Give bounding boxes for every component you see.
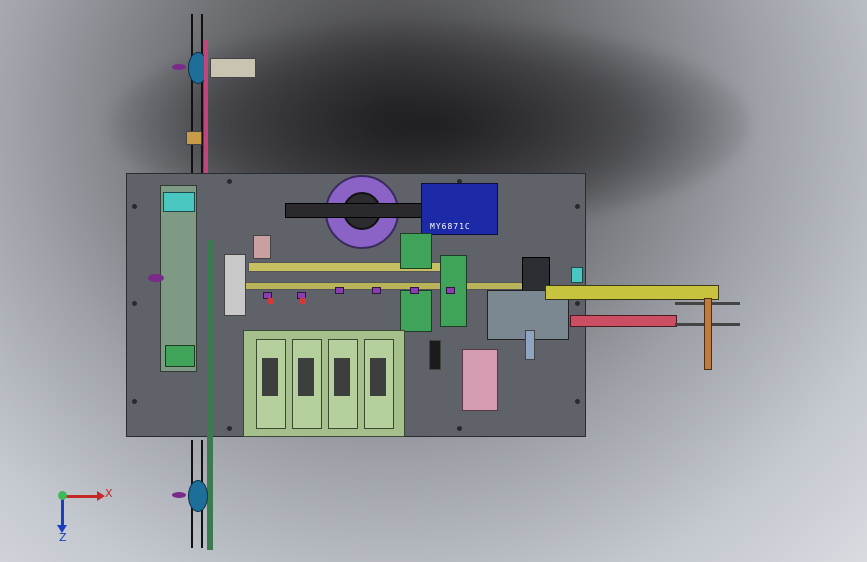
- servo-motor-label: MY6871C: [430, 222, 471, 231]
- feed-frame-pin: [148, 274, 164, 282]
- module-slot-1[interactable]: [256, 339, 286, 429]
- fixture-pad: [372, 287, 381, 294]
- actuator-block: [400, 290, 432, 332]
- module-bay[interactable]: [243, 330, 405, 437]
- reel-shaft-right: [201, 14, 203, 174]
- bolt: [132, 399, 137, 404]
- lower-reel[interactable]: [188, 480, 208, 512]
- module-core: [370, 358, 386, 396]
- cad-graphics-viewport[interactable]: MY6871C: [0, 0, 867, 562]
- sensor-indicator: [300, 298, 306, 304]
- triad-z-axis: [61, 497, 64, 527]
- module-slot-4[interactable]: [364, 339, 394, 429]
- support-post: [525, 330, 535, 360]
- triad-z-label: Z: [59, 531, 67, 544]
- feed-frame-clamp: [165, 345, 195, 367]
- output-arm-upper[interactable]: [545, 285, 719, 300]
- module-core: [262, 358, 278, 396]
- left-feed-frame[interactable]: [160, 185, 197, 372]
- triad-origin: [58, 491, 67, 500]
- bolt: [227, 179, 232, 184]
- left-actuator: [224, 254, 246, 316]
- vertical-guide-rail: [207, 240, 213, 550]
- module-slot-3[interactable]: [328, 339, 358, 429]
- fixture-pad: [446, 287, 455, 294]
- triad-x-arrow: [97, 491, 105, 501]
- fixture-pad: [335, 287, 344, 294]
- output-arm-lower[interactable]: [570, 315, 677, 327]
- fixture-pad: [410, 287, 419, 294]
- feed-frame-head: [163, 192, 195, 212]
- actuator-block: [400, 233, 432, 269]
- bolt: [575, 399, 580, 404]
- triad-x-label: X: [105, 487, 113, 500]
- pneumatic-cylinder[interactable]: [462, 349, 498, 411]
- clamp-bar: [285, 203, 432, 218]
- bolt: [227, 426, 232, 431]
- module-core: [334, 358, 350, 396]
- module-core: [298, 358, 314, 396]
- reel-shaft-left: [191, 14, 193, 174]
- sensor-post: [429, 340, 441, 370]
- bolt: [575, 301, 580, 306]
- upper-reel-hub: [172, 64, 186, 70]
- triad-x-axis: [64, 495, 99, 498]
- output-spindle[interactable]: [704, 298, 712, 370]
- upper-reel-motor[interactable]: [210, 58, 256, 78]
- lower-reel-hub: [172, 492, 186, 498]
- tension-roller: [186, 131, 202, 145]
- bolt: [132, 204, 137, 209]
- valve-block: [253, 235, 271, 259]
- sensor-indicator: [268, 298, 274, 304]
- bolt: [457, 426, 462, 431]
- bolt: [132, 301, 137, 306]
- bolt: [575, 204, 580, 209]
- module-slot-2[interactable]: [292, 339, 322, 429]
- arm-bracket: [571, 267, 583, 283]
- view-triad-icon: X Z: [55, 487, 115, 544]
